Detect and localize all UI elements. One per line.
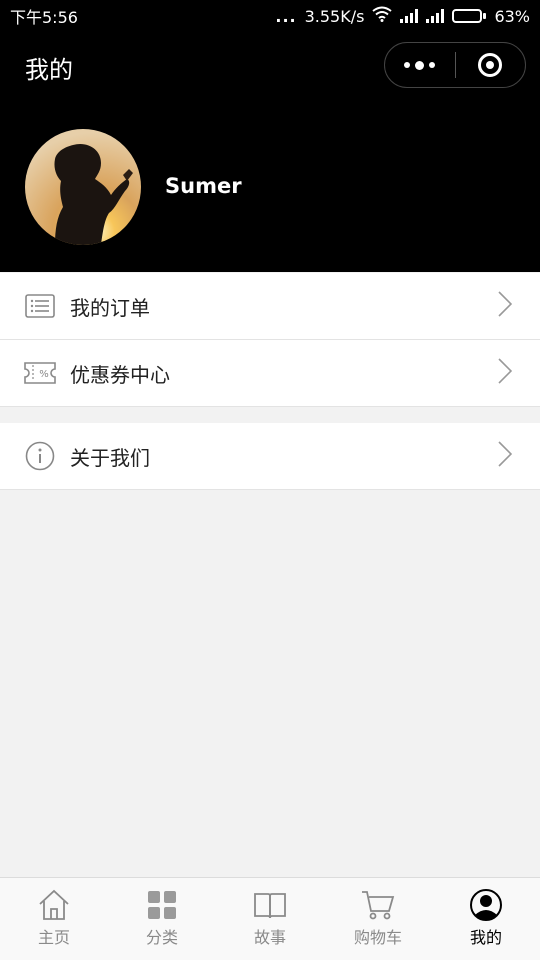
menu-group-orders: 我的订单 % 优惠券中心 [0, 273, 540, 407]
grid-icon [144, 888, 180, 922]
menu-label-coupons: 优惠券中心 [70, 362, 170, 387]
network-speed: 3.55K/s [304, 6, 365, 26]
status-dots: ... [275, 6, 297, 26]
status-time: 下午5:56 [10, 8, 78, 27]
menu-group-about: 关于我们 [0, 423, 540, 490]
info-icon [24, 440, 56, 472]
more-button[interactable] [385, 43, 455, 87]
avatar[interactable] [25, 129, 141, 245]
tab-cart[interactable]: 购物车 [324, 878, 432, 960]
wifi-icon [372, 6, 393, 26]
menu-label-about: 关于我们 [70, 445, 150, 470]
tab-story[interactable]: 故事 [216, 878, 324, 960]
chevron-right-icon [498, 291, 513, 321]
tab-label-story: 故事 [253, 928, 286, 947]
menu-item-coupons[interactable]: % 优惠券中心 [0, 340, 540, 407]
order-list-icon [24, 290, 56, 322]
chevron-right-icon [498, 358, 513, 388]
close-miniprogram-button[interactable] [456, 43, 526, 87]
more-dots-icon [404, 60, 436, 70]
svg-text:%: % [39, 369, 49, 380]
menu-item-orders[interactable]: 我的订单 [0, 273, 540, 340]
tab-category[interactable]: 分类 [108, 878, 216, 960]
miniprogram-capsule [384, 42, 526, 88]
username: Sumer [165, 174, 242, 198]
book-icon [252, 888, 288, 922]
battery-percent: 63% [494, 6, 530, 26]
tab-bar: 主页 分类 故事 购物车 我的 [0, 877, 540, 960]
coupon-icon: % [24, 357, 56, 389]
avatar-image [25, 129, 141, 245]
user-icon [468, 888, 504, 922]
screen: 下午5:56 ... 3.55K/s 63% 我的 Sumer 我的订单 % 优… [0, 0, 540, 960]
battery-icon [452, 9, 487, 23]
tab-label-cart: 购物车 [353, 928, 402, 947]
tab-label-home: 主页 [37, 928, 70, 947]
tab-label-mine: 我的 [469, 928, 502, 947]
cart-icon [360, 888, 396, 922]
tab-label-category: 分类 [145, 928, 178, 947]
profile-header: 我的 Sumer [0, 32, 540, 272]
tab-mine[interactable]: 我的 [432, 878, 540, 960]
page-title: 我的 [25, 56, 73, 84]
chevron-right-icon [498, 441, 513, 471]
signal-icon-2 [426, 9, 445, 23]
menu-label-orders: 我的订单 [70, 295, 150, 320]
status-bar: 下午5:56 ... 3.55K/s 63% [0, 0, 540, 32]
menu-item-about[interactable]: 关于我们 [0, 423, 540, 490]
home-icon [36, 888, 72, 922]
tab-home[interactable]: 主页 [0, 878, 108, 960]
signal-icon [400, 9, 419, 23]
status-right: ... 3.55K/s 63% [275, 6, 530, 26]
target-icon [478, 53, 503, 77]
